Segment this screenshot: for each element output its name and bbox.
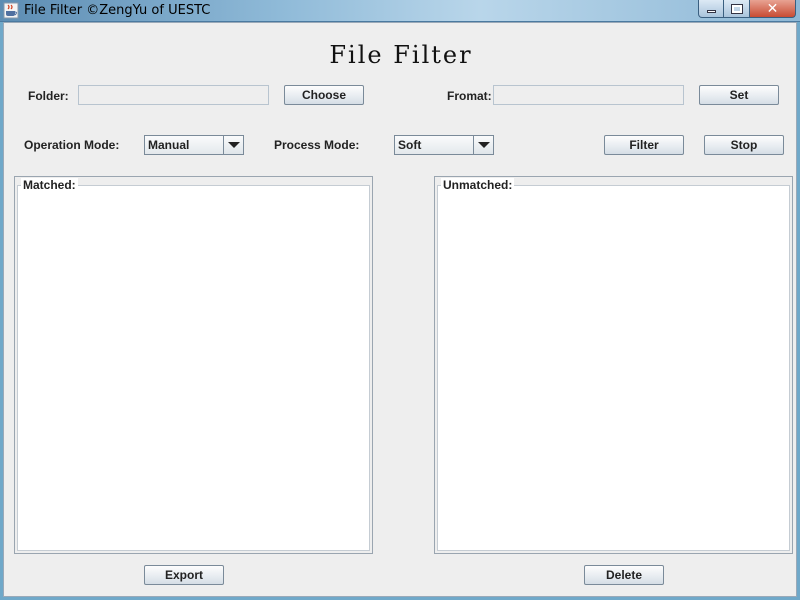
maximize-button[interactable] — [724, 0, 750, 18]
folder-label: Folder: — [28, 89, 69, 103]
minimize-button[interactable] — [698, 0, 724, 18]
choose-button[interactable]: Choose — [284, 85, 364, 105]
chevron-down-icon[interactable] — [223, 136, 243, 154]
unmatched-title: Unmatched: — [441, 178, 515, 192]
minimize-icon — [706, 10, 716, 13]
unmatched-list[interactable] — [437, 185, 790, 551]
process-mode-select[interactable]: Soft — [394, 135, 494, 155]
format-label: Fromat: — [447, 89, 492, 103]
operation-mode-value: Manual — [148, 138, 190, 152]
maximize-icon — [730, 3, 743, 14]
window-title: File Filter ©ZengYu of UESTC — [24, 3, 211, 18]
operation-mode-label: Operation Mode: — [24, 138, 120, 152]
filter-button[interactable]: Filter — [604, 135, 684, 155]
matched-list[interactable] — [17, 185, 370, 551]
java-cup-icon — [3, 2, 19, 19]
close-icon: ✕ — [766, 0, 779, 16]
unmatched-panel: Unmatched: — [434, 176, 793, 554]
process-mode-label: Process Mode: — [274, 138, 360, 152]
close-button[interactable]: ✕ — [750, 0, 796, 18]
format-field[interactable] — [493, 85, 684, 105]
matched-title: Matched: — [21, 178, 78, 192]
export-button[interactable]: Export — [144, 565, 224, 585]
app-title: File Filter — [329, 41, 473, 69]
app-content: File Filter Folder: Choose Fromat: Set O… — [3, 22, 797, 597]
window-titlebar[interactable]: File Filter ©ZengYu of UESTC ✕ — [0, 0, 800, 22]
delete-button[interactable]: Delete — [584, 565, 664, 585]
matched-panel: Matched: — [14, 176, 373, 554]
set-button[interactable]: Set — [699, 85, 779, 105]
operation-mode-select[interactable]: Manual — [144, 135, 244, 155]
window-controls: ✕ — [698, 0, 796, 18]
process-mode-value: Soft — [398, 138, 422, 152]
stop-button[interactable]: Stop — [704, 135, 784, 155]
folder-field[interactable] — [78, 85, 269, 105]
chevron-down-icon[interactable] — [473, 136, 493, 154]
